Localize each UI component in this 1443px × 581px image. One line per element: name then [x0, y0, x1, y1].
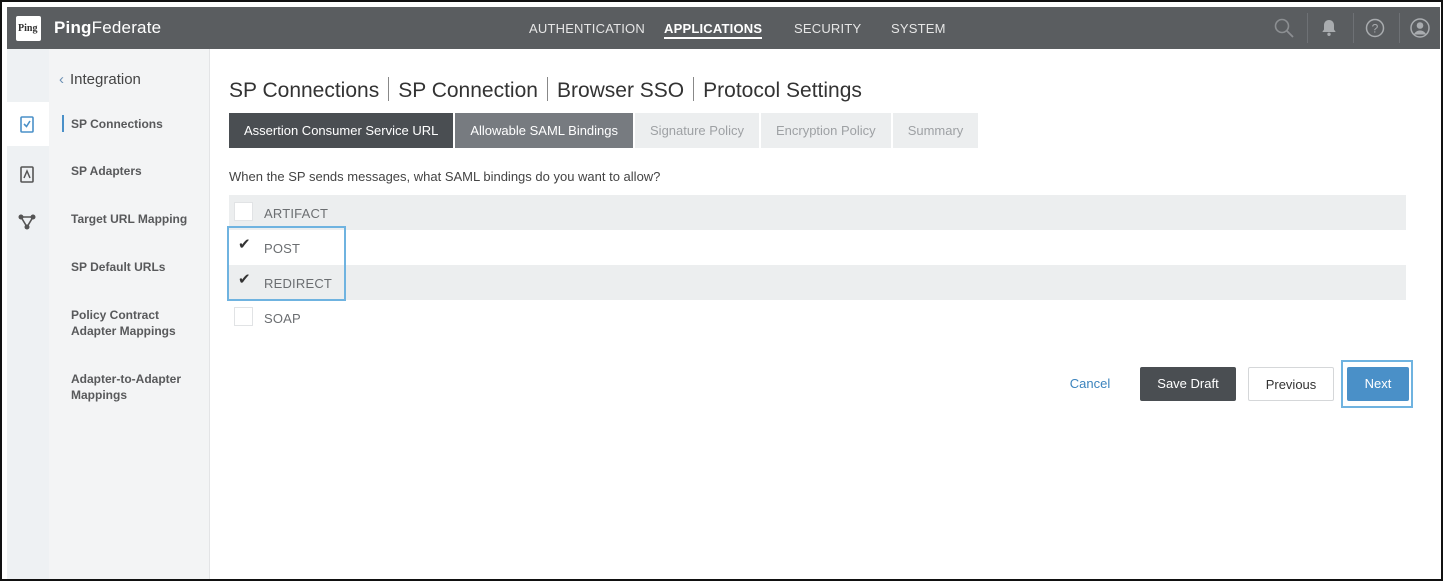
breadcrumb-separator	[388, 77, 390, 101]
topbar-divider	[1353, 13, 1354, 43]
tab-assertion-consumer-service-url[interactable]: Assertion Consumer Service URL	[229, 113, 454, 148]
ping-logo[interactable]: Ping	[16, 16, 41, 41]
sidebar-item-sp-adapters[interactable]: SP Adapters	[71, 163, 201, 179]
next-button[interactable]: Next	[1347, 367, 1409, 401]
breadcrumb: SP Connections SP Connection Browser SSO Pr…	[229, 77, 862, 103]
topbar-divider	[1399, 13, 1400, 43]
tab-signature-policy[interactable]: Signature Policy	[635, 113, 759, 148]
artifact-checkbox[interactable]	[234, 202, 253, 221]
back-to-integration-link[interactable]: ‹ Integration	[59, 71, 141, 88]
sp-adapters-icon[interactable]	[17, 164, 37, 184]
bindings-question: When the SP sends messages, what SAML bi…	[229, 169, 661, 184]
binding-row-redirect: ✔ REDIRECT	[229, 265, 1406, 300]
brand-bold: Ping	[54, 18, 92, 37]
breadcrumb-item[interactable]: SP Connection	[398, 79, 538, 102]
sidebar-item-sp-connections[interactable]: SP Connections	[71, 116, 201, 132]
sp-connections-icon[interactable]	[17, 114, 37, 134]
save-draft-button[interactable]: Save Draft	[1140, 367, 1236, 401]
breadcrumb-item[interactable]: SP Connections	[229, 79, 379, 102]
binding-label: SOAP	[264, 311, 301, 326]
binding-row-artifact: ARTIFACT	[229, 195, 1406, 230]
brand-rest: Federate	[91, 18, 162, 37]
top-navigation-bar: Ping PingFederate AUTHENTICATION APPLICA…	[7, 7, 1440, 49]
sidebar-item-target-url-mapping[interactable]: Target URL Mapping	[71, 211, 201, 227]
tab-summary[interactable]: Summary	[892, 113, 979, 148]
nav-system[interactable]: SYSTEM	[891, 21, 946, 36]
nav-applications[interactable]: APPLICATIONS	[664, 21, 763, 39]
sidebar-item-sp-default-urls[interactable]: SP Default URLs	[71, 259, 201, 275]
user-icon[interactable]	[1408, 16, 1432, 40]
breadcrumb-separator	[546, 77, 548, 101]
help-icon[interactable]: ?	[1363, 16, 1387, 40]
binding-row-post: ✔ POST	[229, 230, 1406, 265]
binding-label: ARTIFACT	[264, 206, 329, 221]
target-url-mapping-icon[interactable]	[17, 212, 37, 232]
breadcrumb-item[interactable]: Browser SSO	[557, 79, 684, 102]
topbar-divider	[1307, 13, 1308, 43]
previous-button[interactable]: Previous	[1248, 367, 1334, 401]
chevron-left-icon: ‹	[59, 71, 64, 88]
soap-checkbox[interactable]	[234, 307, 253, 326]
wizard-tabs: Assertion Consumer Service URL Allowable…	[229, 113, 980, 148]
nav-security[interactable]: SECURITY	[794, 21, 861, 36]
breadcrumb-separator	[693, 77, 695, 101]
bell-icon[interactable]	[1317, 16, 1341, 40]
search-icon[interactable]	[1272, 16, 1296, 40]
nav-authentication[interactable]: AUTHENTICATION	[529, 21, 645, 36]
binding-row-soap: SOAP	[229, 300, 1406, 335]
sidebar-item-policy-contract-adapter-mappings[interactable]: Policy Contract Adapter Mappings	[71, 307, 196, 339]
app-frame: Ping PingFederate AUTHENTICATION APPLICA…	[0, 0, 1443, 581]
tab-allowable-saml-bindings[interactable]: Allowable SAML Bindings	[455, 113, 634, 148]
page-title: Protocol Settings	[703, 79, 862, 102]
cancel-button[interactable]: Cancel	[1064, 367, 1116, 401]
brand-name: PingFederate	[54, 18, 161, 38]
logo-text: Ping	[18, 23, 38, 34]
svg-text:?: ?	[1372, 22, 1379, 36]
back-label: Integration	[70, 71, 141, 88]
active-item-indicator	[62, 115, 64, 132]
tab-encryption-policy[interactable]: Encryption Policy	[760, 113, 891, 148]
checked-bindings-highlight	[227, 226, 346, 301]
sidebar-item-adapter-to-adapter-mappings[interactable]: Adapter-to-Adapter Mappings	[71, 371, 196, 403]
